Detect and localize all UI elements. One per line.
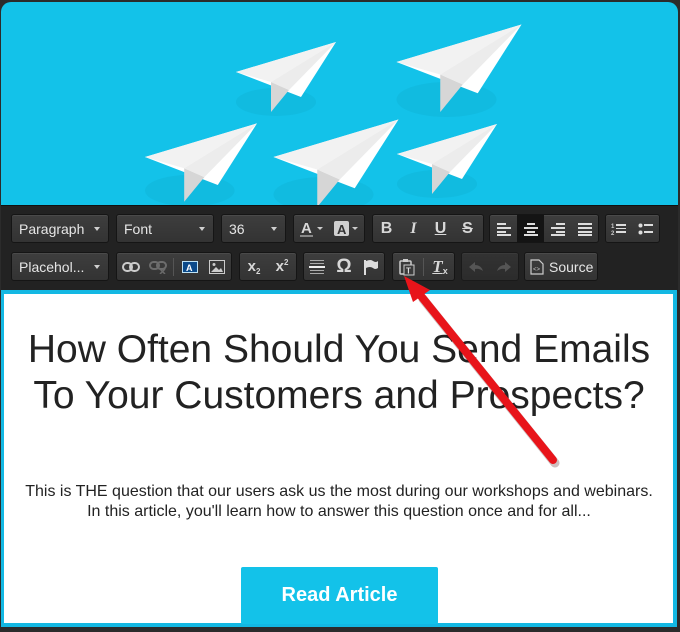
anchor-flag-icon — [363, 259, 378, 275]
insert-group: Ω — [303, 252, 385, 281]
paper-plane — [145, 123, 257, 206]
alignment-group — [489, 214, 599, 243]
anchor-button[interactable] — [357, 253, 384, 280]
svg-text:A: A — [337, 222, 347, 237]
numbered-list-icon: 12 — [611, 223, 627, 236]
background-color-button[interactable]: A — [329, 215, 364, 242]
text-field-button[interactable]: A — [176, 253, 203, 280]
italic-button[interactable]: I — [400, 215, 427, 242]
remove-format-button[interactable]: Tx — [426, 253, 454, 280]
text-color-button[interactable]: A — [294, 215, 329, 242]
strikethrough-button[interactable]: S — [454, 215, 481, 242]
svg-text:T: T — [406, 266, 411, 275]
superscript-icon: x — [275, 258, 284, 275]
chevron-down-icon — [94, 226, 100, 231]
svg-text:<>: <> — [533, 267, 541, 273]
paper-plane — [396, 24, 522, 117]
numbered-list-button[interactable]: 12 — [606, 215, 633, 242]
toolbar-separator — [173, 257, 174, 276]
image-icon — [208, 259, 225, 274]
svg-text:A: A — [301, 220, 312, 237]
svg-text:A: A — [186, 263, 193, 273]
basic-styles-group: B I U S — [372, 214, 484, 243]
align-justify-icon — [577, 222, 592, 236]
hero-image-paper-planes[interactable] — [1, 2, 678, 206]
subscript-button[interactable]: x2 — [240, 253, 268, 280]
paste-as-text-icon: T — [399, 258, 415, 275]
read-article-button[interactable]: Read Article — [241, 567, 438, 624]
history-group — [461, 252, 519, 281]
clipboard-group: T Tx — [392, 252, 455, 281]
list-group: 12 — [605, 214, 660, 243]
bold-button[interactable]: B — [373, 215, 400, 242]
bulleted-list-icon — [638, 223, 653, 234]
font-size-value: 36 — [229, 220, 245, 237]
align-justify-button[interactable] — [571, 215, 598, 242]
underline-button[interactable]: U — [427, 215, 454, 242]
email-editor: Paragraph Font 36 A A B I U S 1 2 Placeh… — [0, 0, 680, 632]
font-select[interactable]: Font — [116, 214, 214, 243]
paper-plane — [273, 119, 399, 206]
align-center-button[interactable] — [517, 215, 544, 242]
align-left-icon — [496, 222, 511, 236]
placeholder-select[interactable]: Placehol... — [11, 252, 109, 281]
undo-button[interactable] — [462, 253, 490, 280]
placeholder-select-value: Placehol... — [19, 258, 85, 275]
chevron-down-icon — [271, 226, 277, 231]
chevron-down-icon — [199, 226, 205, 231]
text-field-icon: A — [181, 260, 198, 273]
horizontal-rule-button[interactable] — [304, 253, 331, 280]
horizontal-rule-icon — [309, 259, 326, 274]
image-button[interactable] — [203, 253, 230, 280]
article-headline[interactable]: How Often Should You Send Emails To Your… — [4, 327, 674, 419]
redo-icon — [497, 261, 511, 272]
text-color-icon: A — [299, 220, 323, 237]
font-select-value: Font — [124, 220, 153, 237]
toolbar-separator — [423, 257, 424, 276]
unlink-icon — [148, 260, 167, 274]
background-color-icon: A — [333, 220, 358, 237]
align-center-icon — [523, 222, 538, 236]
article-excerpt[interactable]: This is THE question that our users ask … — [22, 482, 656, 522]
source-label: Source — [549, 258, 594, 275]
link-icon — [121, 261, 140, 272]
editor-toolbar: Paragraph Font 36 A A B I U S 1 2 Placeh… — [1, 205, 678, 291]
subscript-digit: 2 — [255, 267, 261, 276]
svg-text:1: 1 — [611, 224, 615, 230]
paper-plane — [236, 42, 336, 116]
subscript-icon: x — [247, 258, 256, 275]
align-right-button[interactable] — [544, 215, 571, 242]
paper-plane — [397, 124, 497, 198]
format-select-value: Paragraph — [19, 220, 85, 237]
font-size-select[interactable]: 36 — [221, 214, 286, 243]
superscript-digit: 2 — [283, 258, 289, 267]
remove-format-x: x — [442, 265, 448, 276]
link-button[interactable] — [117, 253, 144, 280]
unlink-button[interactable] — [144, 253, 171, 280]
special-char-button[interactable]: Ω — [331, 253, 358, 280]
superscript-button[interactable]: x2 — [268, 253, 296, 280]
remove-format-icon: T — [432, 256, 443, 276]
article-block[interactable]: How Often Should You Send Emails To Your… — [1, 290, 677, 627]
source-code-icon: <> — [530, 258, 544, 275]
link-media-group: A — [116, 252, 232, 281]
redo-button[interactable] — [490, 253, 518, 280]
source-button[interactable]: <> Source — [524, 252, 598, 281]
align-left-button[interactable] — [490, 215, 517, 242]
paste-as-text-button[interactable]: T — [393, 253, 421, 280]
color-group: A A — [293, 214, 365, 243]
chevron-down-icon — [94, 264, 100, 269]
script-group: x2 x2 — [239, 252, 297, 281]
format-select[interactable]: Paragraph — [11, 214, 109, 243]
paper-planes-illustration — [145, 24, 522, 206]
align-right-icon — [550, 222, 565, 236]
svg-text:2: 2 — [611, 231, 615, 236]
bulleted-list-button[interactable] — [633, 215, 660, 242]
undo-icon — [469, 261, 483, 272]
